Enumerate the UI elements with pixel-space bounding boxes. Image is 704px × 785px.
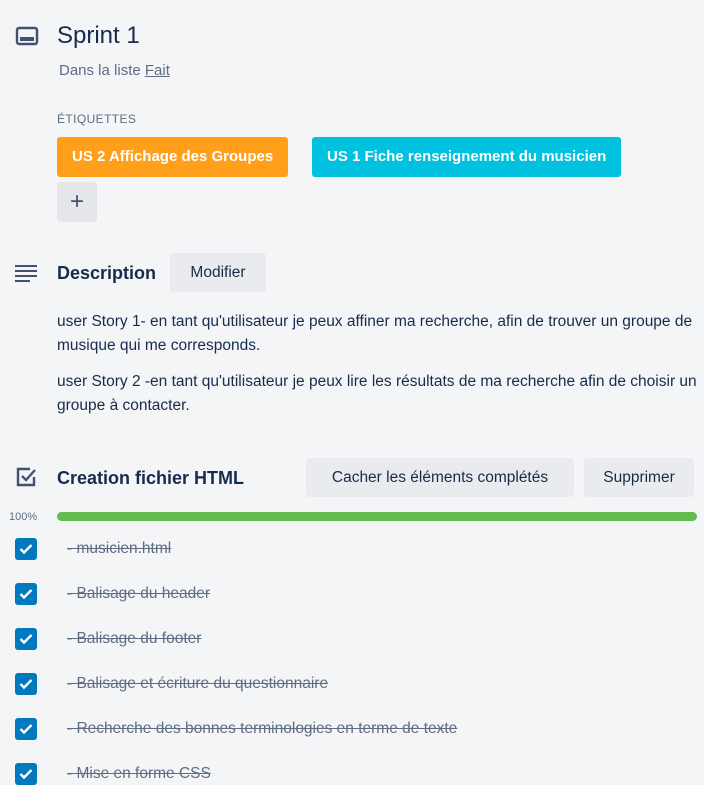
- description-icon: [15, 264, 39, 287]
- checklist-icon: [15, 466, 39, 495]
- label-us2[interactable]: US 2 Affichage des Groupes: [57, 137, 289, 177]
- list-link[interactable]: Fait: [145, 62, 170, 79]
- checklist-item-checkbox[interactable]: [15, 628, 37, 650]
- progress-bar: [57, 512, 697, 521]
- description-heading: Description: [57, 263, 157, 283]
- checklist-item-text[interactable]: - Recherche des bonnes terminologies en …: [67, 720, 457, 738]
- card-title[interactable]: Sprint 1: [57, 22, 140, 50]
- checklist-item-text[interactable]: - musicien.html: [67, 540, 171, 558]
- labels-heading: ÉTIQUETTES: [57, 112, 137, 126]
- check-icon: [19, 589, 33, 600]
- checklist-item-checkbox[interactable]: [15, 718, 37, 740]
- checklist-item-text[interactable]: - Balisage du header: [67, 585, 210, 603]
- check-icon: [19, 724, 33, 735]
- checklist-item-text[interactable]: - Balisage et écriture du questionnaire: [67, 675, 328, 693]
- description-paragraph: user Story 2 -en tant qu'utilisateur je …: [57, 373, 697, 414]
- plus-icon: +: [69, 188, 84, 215]
- description-paragraph: user Story 1- en tant qu'utilisateur je …: [57, 313, 693, 354]
- list-location: Dans la liste Fait: [59, 62, 170, 79]
- checklist-item-text[interactable]: - Balisage du footer: [67, 630, 201, 648]
- checklist-title[interactable]: Creation fichier HTML: [57, 468, 244, 489]
- delete-checklist-button[interactable]: Supprimer: [584, 458, 694, 497]
- edit-description-button[interactable]: Modifier: [170, 253, 266, 292]
- card-icon: [15, 26, 39, 51]
- check-icon: [19, 544, 33, 555]
- checklist-item-checkbox[interactable]: [15, 763, 37, 785]
- checklist-item-checkbox[interactable]: [15, 583, 37, 605]
- progress-percentage: 100%: [9, 511, 38, 523]
- checklist-item-checkbox[interactable]: [15, 673, 37, 695]
- checklist-item-checkbox[interactable]: [15, 538, 37, 560]
- label-us1[interactable]: US 1 Fiche renseignement du musicien: [312, 137, 622, 177]
- check-icon: [19, 769, 33, 780]
- check-icon: [19, 634, 33, 645]
- list-prefix: Dans la liste: [59, 62, 141, 79]
- checklist-item-text[interactable]: - Mise en forme CSS: [67, 765, 211, 783]
- add-label-button[interactable]: +: [57, 182, 97, 222]
- progress-bar-fill: [57, 512, 697, 521]
- check-icon: [19, 679, 33, 690]
- hide-completed-button[interactable]: Cacher les éléments complétés: [306, 458, 574, 497]
